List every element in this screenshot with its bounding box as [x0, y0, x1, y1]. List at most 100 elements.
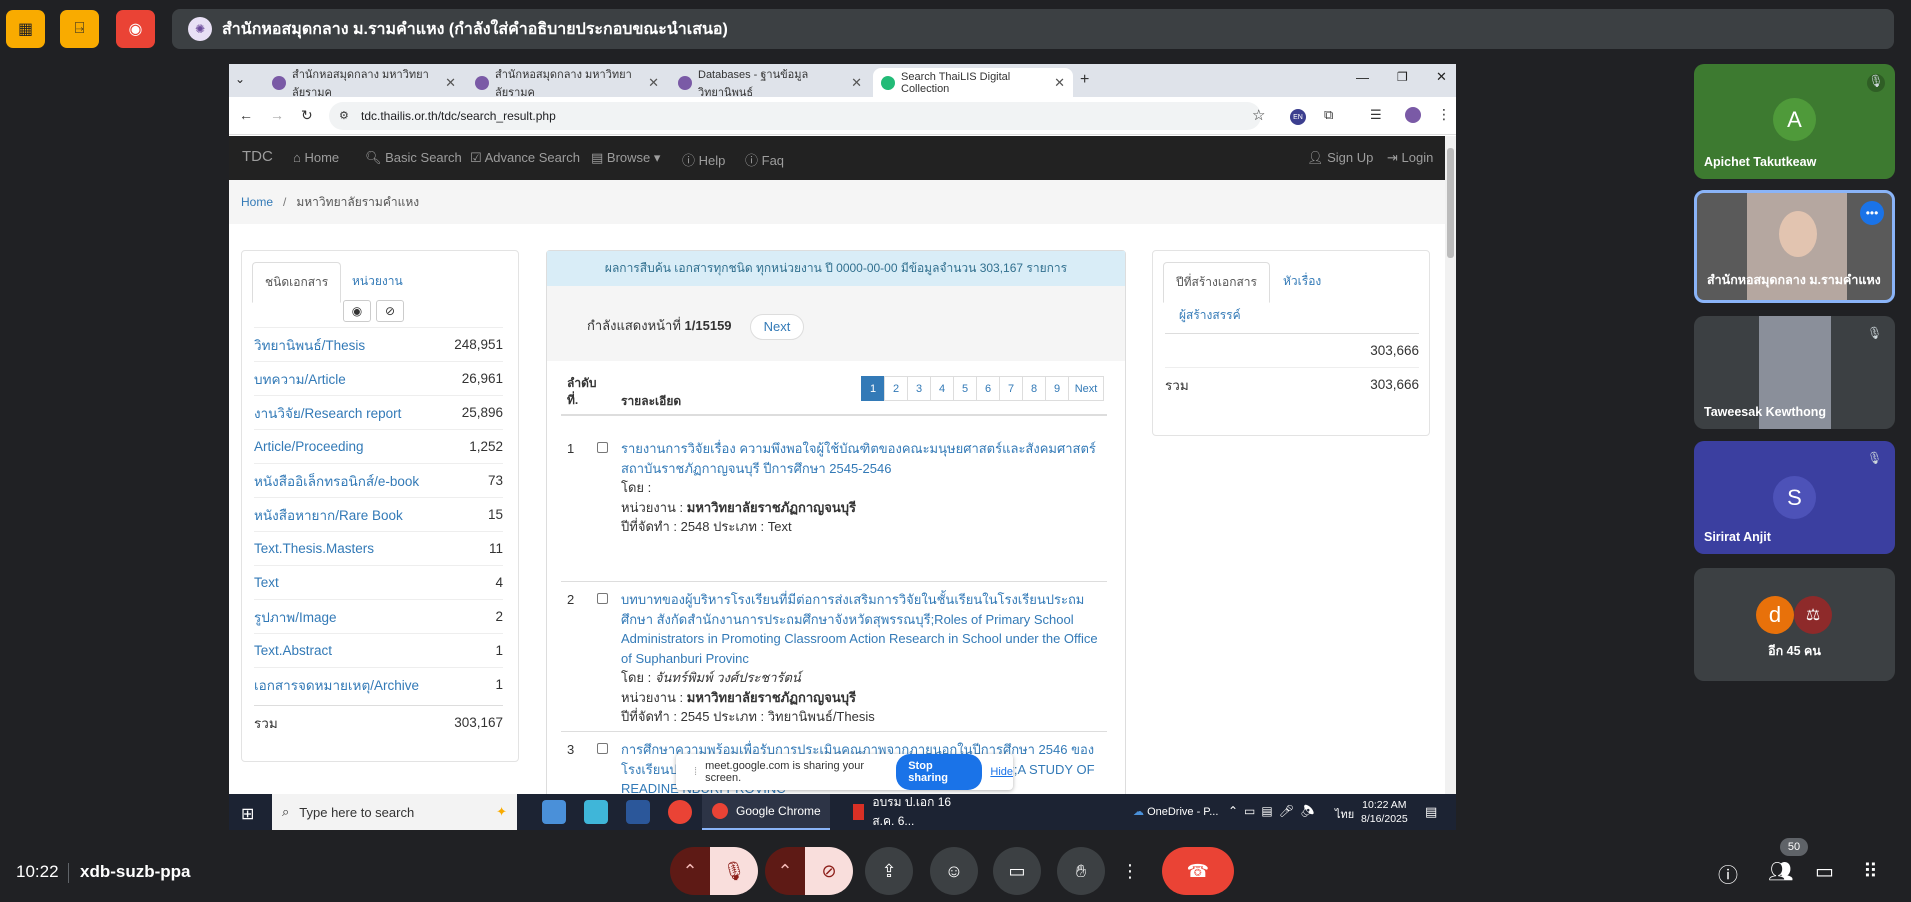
- exit-icon[interactable]: ⍈: [60, 10, 99, 48]
- camera-off-button[interactable]: ⊘: [805, 847, 853, 895]
- doc-type-row[interactable]: งานวิจัย/Research report 25,896: [254, 395, 503, 429]
- close-icon[interactable]: ✕: [445, 75, 456, 91]
- info-icon[interactable]: ⓘ: [1718, 859, 1738, 888]
- doc-type-row[interactable]: หนังสืออิเล็กทรอนิกส์/e-book 73: [254, 463, 503, 497]
- file-explorer-icon[interactable]: [542, 800, 566, 824]
- nav-signup[interactable]: 👤︎ Sign Up: [1307, 150, 1373, 166]
- doc-type-link[interactable]: Text.Abstract: [254, 643, 332, 658]
- breadcrumb-home[interactable]: Home: [241, 195, 273, 209]
- page-1-active[interactable]: 1: [861, 376, 885, 401]
- captions-button[interactable]: ▭: [993, 847, 1041, 895]
- doc-type-row[interactable]: Text.Abstract 1: [254, 633, 503, 667]
- more-options-icon[interactable]: •••: [1860, 201, 1884, 225]
- page-link[interactable]: Next: [1068, 376, 1104, 401]
- doc-type-link[interactable]: หนังสือหายาก/Rare Book: [254, 504, 403, 526]
- nav-advance-search[interactable]: ☑ Advance Search: [470, 150, 580, 166]
- restore-icon[interactable]: ❐: [1397, 70, 1408, 84]
- doc-type-row[interactable]: Text.Thesis.Masters 11: [254, 531, 503, 565]
- page-link[interactable]: 7: [999, 376, 1023, 401]
- result-checkbox[interactable]: [597, 743, 608, 754]
- participant-tile[interactable]: 🎙︎ Taweesak Kewthong: [1694, 316, 1895, 429]
- doc-type-link[interactable]: วิทยานิพนธ์/Thesis: [254, 334, 365, 356]
- video-options-button[interactable]: ⌃: [765, 847, 805, 895]
- back-icon[interactable]: ←: [239, 107, 253, 123]
- doc-type-row[interactable]: เอกสารจดหมายเหตุ/Archive 1: [254, 667, 503, 701]
- participant-tile-presenter[interactable]: ••• สำนักหอสมุดกลาง ม.รามคำแหง: [1694, 190, 1895, 303]
- menu-icon[interactable]: ⋮: [1437, 106, 1451, 123]
- doc-type-link[interactable]: เอกสารจดหมายเหตุ/Archive: [254, 674, 419, 696]
- result-checkbox[interactable]: [597, 442, 608, 453]
- minimize-icon[interactable]: —: [1356, 70, 1369, 85]
- doc-type-row[interactable]: Text 4: [254, 565, 503, 599]
- word-icon[interactable]: [626, 800, 650, 824]
- account-icon[interactable]: [1405, 107, 1421, 123]
- notifications-icon[interactable]: ▤: [1425, 804, 1437, 820]
- nav-login[interactable]: ⇥ Login: [1387, 150, 1433, 166]
- present-button[interactable]: ⇪: [865, 847, 913, 895]
- doc-type-row[interactable]: Article/Proceeding 1,252: [254, 429, 503, 463]
- page-scrollbar[interactable]: [1445, 136, 1456, 794]
- brand-link[interactable]: TDC: [242, 148, 273, 165]
- taskbar-chrome[interactable]: Google Chrome: [702, 794, 830, 830]
- stop-sharing-button[interactable]: Stop sharing: [896, 754, 983, 790]
- browser-tab[interactable]: สำนักหอสมุดกลาง มหาวิทยาลัยรามค ✕: [467, 68, 667, 97]
- doc-type-link[interactable]: Text.Thesis.Masters: [254, 541, 374, 556]
- close-icon[interactable]: ✕: [1054, 75, 1065, 91]
- doc-type-row[interactable]: บทความ/Article 26,961: [254, 361, 503, 395]
- browser-tab[interactable]: Databases - ฐานข้อมูลวิทยานิพนธ์ ✕: [670, 68, 870, 97]
- tab-agency[interactable]: หน่วยงาน: [340, 262, 415, 301]
- result-title-link[interactable]: บทบาทของผู้บริหารโรงเรียนที่มีต่อการส่งเ…: [621, 590, 1107, 668]
- doc-type-link[interactable]: บทความ/Article: [254, 368, 346, 390]
- emoji-button[interactable]: ☺: [930, 847, 978, 895]
- tab-search-icon[interactable]: ⌄: [235, 72, 245, 86]
- mic-off-button[interactable]: 🎙︎: [710, 847, 758, 895]
- tab-doc-type[interactable]: ชนิดเอกสาร: [252, 262, 342, 303]
- forward-icon[interactable]: →: [270, 107, 284, 123]
- close-window-icon[interactable]: ✕: [1436, 69, 1447, 85]
- doc-type-link[interactable]: งานวิจัย/Research report: [254, 402, 401, 424]
- record-icon[interactable]: ◉: [116, 10, 155, 48]
- page-link[interactable]: 4: [930, 376, 954, 401]
- captions-off-icon[interactable]: ▦: [6, 10, 45, 48]
- input-language[interactable]: ไทย: [1335, 805, 1354, 823]
- nav-browse[interactable]: ▤ Browse ▾: [591, 150, 660, 166]
- drag-handle-icon[interactable]: ⁞: [694, 766, 697, 778]
- doc-type-link[interactable]: หนังสืออิเล็กทรอนิกส์/e-book: [254, 470, 419, 492]
- show-icon[interactable]: ◉: [343, 300, 371, 322]
- page-link[interactable]: 8: [1022, 376, 1046, 401]
- reload-icon[interactable]: ↻: [301, 107, 313, 124]
- new-tab-icon[interactable]: +: [1080, 71, 1089, 89]
- onedrive-tray[interactable]: ☁ OneDrive - P...: [1133, 805, 1218, 818]
- doc-type-link[interactable]: รูปภาพ/Image: [254, 606, 336, 628]
- scroll-thumb[interactable]: [1447, 148, 1454, 258]
- tab-creator[interactable]: ผู้สร้างสรรค์: [1167, 296, 1253, 335]
- extensions-icon[interactable]: ⧉: [1324, 107, 1333, 123]
- doc-type-row[interactable]: รูปภาพ/Image 2: [254, 599, 503, 633]
- hide-banner-link[interactable]: Hide: [990, 766, 1013, 778]
- profile-badge[interactable]: EN: [1290, 109, 1306, 125]
- result-title-link[interactable]: รายงานการวิจัยเรื่อง ความพึงพอใจผู้ใช้บั…: [621, 439, 1107, 478]
- page-link[interactable]: 2: [884, 376, 908, 401]
- audio-options-button[interactable]: ⌃: [670, 847, 710, 895]
- site-info-icon[interactable]: ⚙: [339, 109, 349, 122]
- tray-icons[interactable]: ⌃▭▤🎤︎🔈︎: [1228, 804, 1321, 818]
- browser-tab[interactable]: สำนักหอสมุดกลาง มหาวิทยาลัยรามค ✕: [264, 68, 464, 97]
- chrome-icon[interactable]: [668, 800, 692, 824]
- url-input[interactable]: tdc.thailis.or.th/tdc/search_result.php: [329, 102, 1261, 130]
- page-link[interactable]: 9: [1045, 376, 1069, 401]
- nav-help[interactable]: ⓘ Help: [682, 150, 725, 169]
- activities-icon[interactable]: ⠿: [1863, 859, 1878, 884]
- doc-type-link[interactable]: Article/Proceeding: [254, 439, 364, 454]
- tab-subject[interactable]: หัวเรื่อง: [1271, 262, 1333, 301]
- close-icon[interactable]: ✕: [851, 75, 862, 91]
- doc-type-link[interactable]: Text: [254, 575, 279, 590]
- hide-icon[interactable]: ⊘: [376, 300, 404, 322]
- windows-start-icon[interactable]: ⊞: [241, 804, 254, 824]
- nav-basic-search[interactable]: 🔍︎ Basic Search: [365, 150, 462, 166]
- browser-tab-active[interactable]: Search ThaiLIS Digital Collection ✕: [873, 68, 1073, 97]
- participant-tile[interactable]: A 🎙︎ Apichet Takutkeaw: [1694, 64, 1895, 179]
- others-tile[interactable]: d ⚖ อีก 45 คน: [1694, 568, 1895, 681]
- nav-faq[interactable]: ⓘ Faq: [745, 150, 784, 169]
- doc-type-row[interactable]: วิทยานิพนธ์/Thesis 248,951: [254, 327, 503, 361]
- people-icon[interactable]: 👥︎: [1768, 859, 1793, 884]
